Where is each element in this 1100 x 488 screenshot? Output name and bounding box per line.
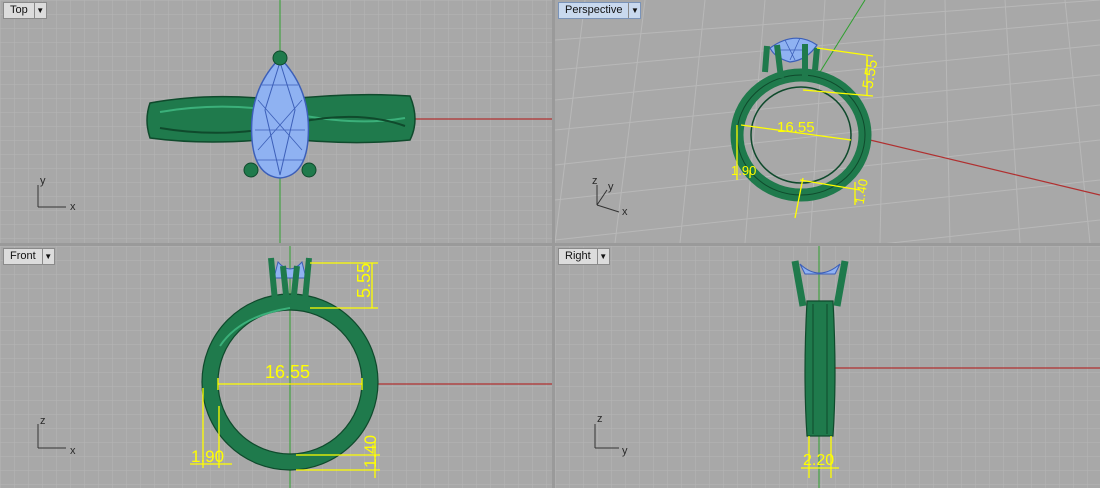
band-width-label-right: 2.20: [803, 452, 834, 469]
inner-diameter-label-perspective: 16.55: [777, 119, 815, 136]
right-viewport-tab[interactable]: Right ▼: [558, 248, 610, 265]
shank-thickness-label-front: 1.40: [361, 435, 380, 468]
viewport-title: Perspective: [565, 4, 623, 16]
perspective-viewport[interactable]: 5.55 16.55 1.90 1.40 z y x Perspective ▼: [555, 0, 1100, 243]
viewport-title: Right: [565, 250, 591, 262]
axis-label-x: x: [622, 206, 628, 218]
axis-label-x: x: [70, 201, 76, 213]
prong-top: [272, 50, 288, 66]
four-viewport-layout: y x Top ▼ 5.55 16.55 1.90 1.40 z y x Per…: [0, 0, 1100, 488]
axis-label-y: y: [622, 445, 628, 457]
right-viewport-canvas[interactable]: 2.20 z y: [555, 246, 1100, 488]
prong-height-label-front: 5.55: [354, 263, 374, 298]
chevron-down-icon[interactable]: ▼: [41, 249, 54, 264]
axis-label-x: x: [70, 445, 76, 457]
viewport-title: Top: [10, 4, 28, 16]
front-viewport-canvas[interactable]: 5.55 16.55 1.90 1.40 z x: [0, 246, 552, 488]
front-viewport-tab[interactable]: Front ▼: [3, 248, 55, 265]
axis-label-z: z: [592, 175, 598, 187]
perspective-viewport-tab[interactable]: Perspective ▼: [558, 2, 642, 19]
chevron-down-icon[interactable]: ▼: [33, 3, 46, 18]
top-viewport-canvas[interactable]: y x: [0, 0, 552, 243]
axis-label-z: z: [40, 415, 46, 427]
inner-diameter-label-front: 16.55: [265, 362, 310, 382]
top-viewport[interactable]: y x Top ▼: [0, 0, 552, 243]
axis-label-y: y: [40, 175, 46, 187]
prong-left: [243, 162, 259, 178]
chevron-down-icon[interactable]: ▼: [596, 249, 609, 264]
viewport-title: Front: [10, 250, 36, 262]
chevron-down-icon[interactable]: ▼: [628, 3, 640, 18]
shank-width-label-perspective: 1.90: [731, 163, 756, 178]
shank-width-label-front: 1.90: [191, 447, 224, 466]
prong-right: [301, 162, 317, 178]
front-viewport[interactable]: 5.55 16.55 1.90 1.40 z x Front ▼: [0, 246, 552, 488]
top-viewport-tab[interactable]: Top ▼: [3, 2, 47, 19]
perspective-viewport-canvas[interactable]: 5.55 16.55 1.90 1.40 z y x: [555, 0, 1100, 243]
right-viewport[interactable]: 2.20 z y Right ▼: [555, 246, 1100, 488]
axis-label-z: z: [597, 413, 603, 425]
axis-label-y: y: [608, 181, 614, 193]
